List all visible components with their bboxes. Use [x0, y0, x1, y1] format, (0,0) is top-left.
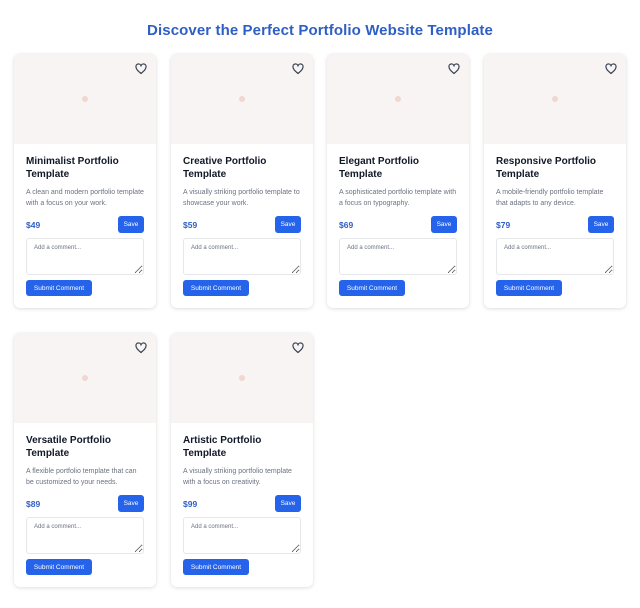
submit-comment-button[interactable]: Submit Comment — [496, 280, 562, 296]
comment-input[interactable] — [183, 238, 301, 275]
price: $89 — [26, 498, 41, 509]
price: $49 — [26, 219, 41, 230]
price-row: $79 Save — [496, 216, 614, 233]
comment-input[interactable] — [26, 238, 144, 275]
submit-comment-button[interactable]: Submit Comment — [183, 280, 249, 296]
price-row: $59 Save — [183, 216, 301, 233]
save-button[interactable]: Save — [275, 495, 301, 512]
card-title: Artistic Portfolio Template — [183, 435, 262, 459]
template-image — [484, 54, 626, 144]
image-placeholder-icon — [239, 375, 245, 381]
template-image — [14, 54, 156, 144]
card-title: Minimalist Portfolio Template — [26, 156, 119, 180]
image-placeholder-icon — [395, 96, 401, 102]
comment-input[interactable] — [339, 238, 457, 275]
template-card: Elegant Portfolio Template A sophisticat… — [327, 54, 469, 308]
submit-comment-button[interactable]: Submit Comment — [26, 559, 92, 575]
save-button[interactable]: Save — [275, 216, 301, 233]
heart-icon[interactable] — [135, 342, 147, 354]
template-card: Artistic Portfolio Template A visually s… — [171, 333, 313, 587]
comment-input[interactable] — [26, 517, 144, 554]
card-body: Responsive Portfolio Template A mobile-f… — [484, 144, 626, 308]
price: $59 — [183, 219, 198, 230]
heart-icon[interactable] — [135, 63, 147, 75]
template-image — [171, 54, 313, 144]
price: $69 — [339, 219, 354, 230]
card-description: A visually striking portfolio template t… — [183, 189, 300, 207]
template-card: Responsive Portfolio Template A mobile-f… — [484, 54, 626, 308]
card-description: A visually striking portfolio template w… — [183, 468, 292, 486]
submit-comment-button[interactable]: Submit Comment — [183, 559, 249, 575]
template-image — [327, 54, 469, 144]
card-description: A mobile-friendly portfolio template tha… — [496, 189, 604, 207]
card-description: A sophisticated portfolio template with … — [339, 189, 457, 207]
card-description: A flexible portfolio template that can b… — [26, 468, 137, 486]
price-row: $99 Save — [183, 495, 301, 512]
save-button[interactable]: Save — [431, 216, 457, 233]
template-image — [14, 333, 156, 423]
price-row: $49 Save — [26, 216, 144, 233]
submit-comment-button[interactable]: Submit Comment — [26, 280, 92, 296]
card-body: Versatile Portfolio Template A flexible … — [14, 423, 156, 587]
card-body: Artistic Portfolio Template A visually s… — [171, 423, 313, 587]
card-body: Minimalist Portfolio Template A clean an… — [14, 144, 156, 308]
image-placeholder-icon — [239, 96, 245, 102]
card-title: Elegant Portfolio Template — [339, 156, 419, 180]
card-title: Responsive Portfolio Template — [496, 156, 597, 180]
card-body: Creative Portfolio Template A visually s… — [171, 144, 313, 308]
image-placeholder-icon — [82, 375, 88, 381]
save-button[interactable]: Save — [118, 216, 144, 233]
comment-input[interactable] — [183, 517, 301, 554]
card-body: Elegant Portfolio Template A sophisticat… — [327, 144, 469, 308]
image-placeholder-icon — [82, 96, 88, 102]
page-title: Discover the Perfect Portfolio Website T… — [147, 22, 493, 39]
submit-comment-button[interactable]: Submit Comment — [339, 280, 405, 296]
comment-input[interactable] — [496, 238, 614, 275]
image-placeholder-icon — [552, 96, 558, 102]
heart-icon[interactable] — [605, 63, 617, 75]
heart-icon[interactable] — [292, 63, 304, 75]
template-card: Versatile Portfolio Template A flexible … — [14, 333, 156, 587]
price: $99 — [183, 498, 198, 509]
template-image — [171, 333, 313, 423]
save-button[interactable]: Save — [588, 216, 614, 233]
price-row: $69 Save — [339, 216, 457, 233]
heart-icon[interactable] — [448, 63, 460, 75]
save-button[interactable]: Save — [118, 495, 144, 512]
price-row: $89 Save — [26, 495, 144, 512]
card-description: A clean and modern portfolio template wi… — [26, 189, 144, 207]
template-card: Creative Portfolio Template A visually s… — [171, 54, 313, 308]
card-title: Versatile Portfolio Template — [26, 435, 112, 459]
card-title: Creative Portfolio Template — [183, 156, 267, 180]
template-card: Minimalist Portfolio Template A clean an… — [14, 54, 156, 308]
heart-icon[interactable] — [292, 342, 304, 354]
price: $79 — [496, 219, 511, 230]
